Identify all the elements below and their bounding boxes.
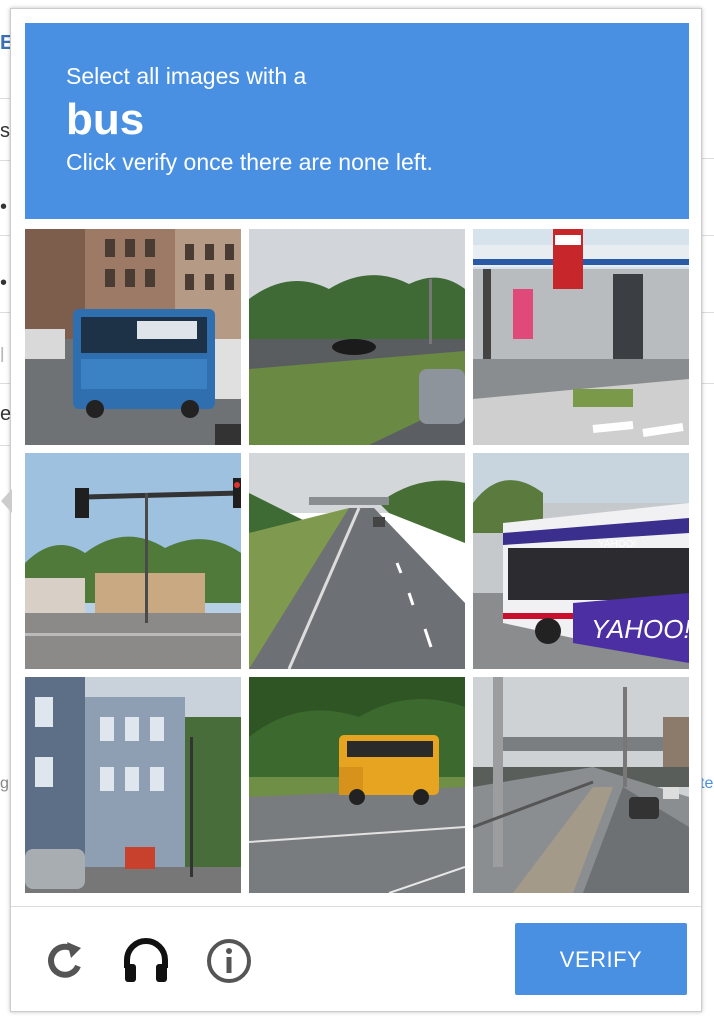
background-text-fragment: • xyxy=(0,196,8,218)
tile-image xyxy=(25,453,241,669)
bus-side-text: YAHOO! xyxy=(598,539,636,550)
image-tile-8[interactable] xyxy=(249,677,465,893)
image-tile-6[interactable]: YAHOO! YAHOO! xyxy=(473,453,689,669)
reload-icon[interactable] xyxy=(37,934,91,988)
background-divider xyxy=(702,383,714,384)
image-tile-1[interactable] xyxy=(25,229,241,445)
challenge-instruction-header: Select all images with a bus Click verif… xyxy=(25,23,689,219)
tile-image xyxy=(473,229,689,445)
image-grid: YAHOO! YAHOO! xyxy=(25,229,689,893)
widget-pointer-arrow xyxy=(1,489,12,513)
image-tile-2[interactable] xyxy=(249,229,465,445)
tile-image xyxy=(249,677,465,893)
background-text-fragment: l xyxy=(0,345,5,367)
image-tile-9[interactable] xyxy=(473,677,689,893)
background-text-fragment: te xyxy=(700,775,714,792)
tile-image xyxy=(25,229,241,445)
captcha-challenge-widget: Select all images with a bus Click verif… xyxy=(1,8,702,1012)
background-divider xyxy=(702,158,714,159)
page: E si • • l er g te Select all images wit… xyxy=(0,0,714,1024)
tile-image xyxy=(25,677,241,893)
tile-image xyxy=(249,229,465,445)
tile-image xyxy=(473,677,689,893)
info-icon[interactable] xyxy=(202,934,256,988)
background-divider xyxy=(702,312,714,313)
verify-button[interactable]: VERIFY xyxy=(515,923,687,995)
instruction-subtext: Click verify once there are none left. xyxy=(66,149,433,175)
headphones-icon[interactable] xyxy=(119,934,173,988)
target-keyword: bus xyxy=(66,95,145,144)
background-divider xyxy=(702,235,714,236)
tile-image: YAHOO! YAHOO! xyxy=(473,453,689,669)
background-text-fragment: g xyxy=(0,775,9,792)
image-tile-5[interactable] xyxy=(249,453,465,669)
background-text-fragment: • xyxy=(0,272,8,294)
image-tile-7[interactable] xyxy=(25,677,241,893)
instruction-text: Select all images with a xyxy=(66,63,307,89)
tile-image xyxy=(249,453,465,669)
footer-divider xyxy=(11,906,701,907)
bus-ad-text: YAHOO! xyxy=(591,614,689,644)
image-tile-4[interactable] xyxy=(25,453,241,669)
image-tile-3[interactable] xyxy=(473,229,689,445)
